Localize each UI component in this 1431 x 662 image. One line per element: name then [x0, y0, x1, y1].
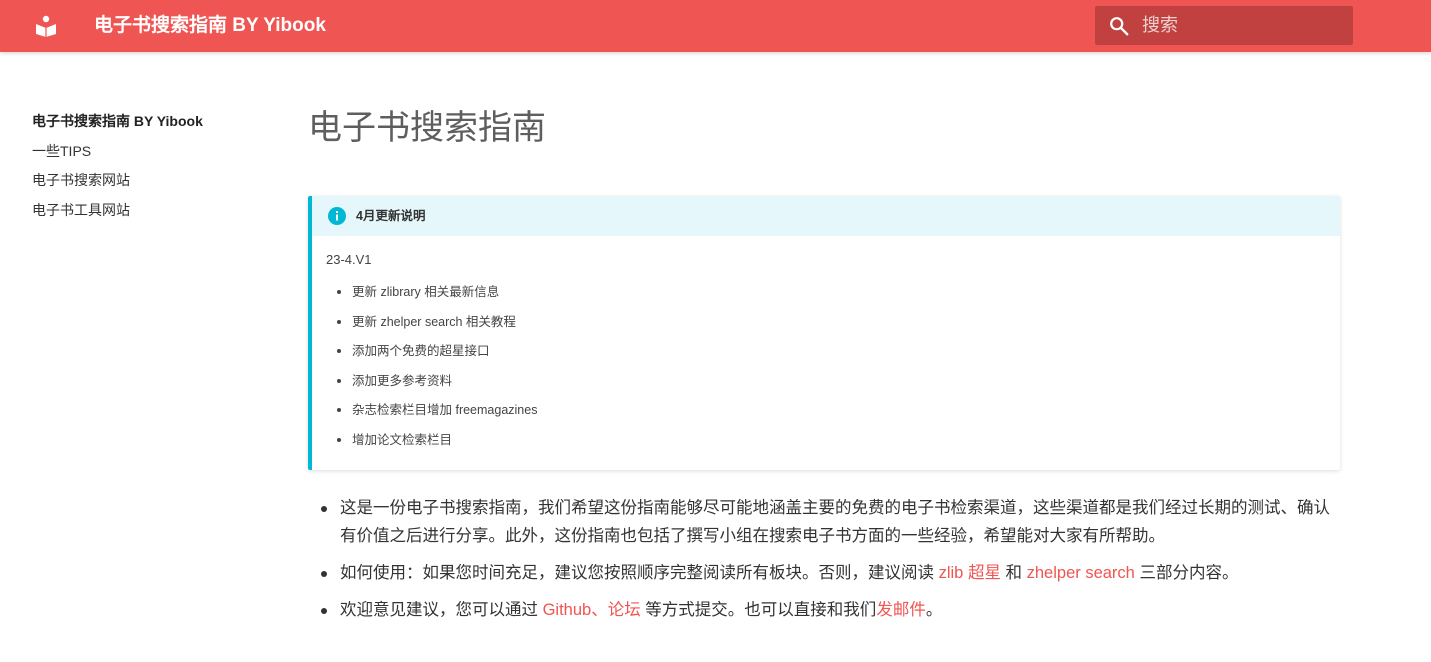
intro-item-feedback: 欢迎意见建议，您可以通过 Github、论坛 等方式提交。也可以直接和我们发邮件… [308, 596, 1340, 624]
email-link[interactable]: 发邮件 [876, 601, 926, 619]
notice-version: 23-4.V1 [326, 252, 372, 267]
intro-text: 和 [1000, 564, 1027, 582]
intro-text: 三部分内容。 [1134, 564, 1239, 582]
search-box[interactable] [1095, 6, 1353, 45]
top-header: 电子书搜索指南 BY Yibook [0, 0, 1431, 52]
list-item: 添加更多参考资料 [326, 371, 537, 401]
sidebar-item-home[interactable]: 电子书搜索指南 BY Yibook [32, 110, 272, 140]
chaoxing-link[interactable]: 超星 [968, 564, 1001, 582]
page-title: 电子书搜索指南 [308, 109, 546, 147]
intro-text: 如何使用：如果您时间充足，建议您按照顺序完整阅读所有板块。否则，建议阅读 [340, 564, 939, 582]
list-item: 更新 zhelper search 相关教程 [326, 312, 537, 342]
list-item: 更新 zlibrary 相关最新信息 [326, 282, 537, 312]
sidebar-nav: 电子书搜索指南 BY Yibook 一些TIPS 电子书搜索网站 电子书工具网站 [32, 110, 272, 228]
zhelper-search-link[interactable]: zhelper search [1027, 564, 1135, 582]
intro-item-purpose: 这是一份电子书搜索指南，我们希望这份指南能够尽可能地涵盖主要的免费的电子书检索渠… [308, 494, 1340, 550]
intro-text: 等方式提交。也可以直接和我们 [640, 601, 877, 619]
separator-text: 、 [591, 601, 608, 619]
intro-list: 这是一份电子书搜索指南，我们希望这份指南能够尽可能地涵盖主要的免费的电子书检索渠… [308, 494, 1340, 633]
info-icon [328, 207, 346, 225]
notice-header: 4月更新说明 [312, 196, 1340, 236]
search-icon [1108, 15, 1130, 37]
list-item: 杂志检索栏目增加 freemagazines [326, 400, 537, 430]
list-item: 增加论文检索栏目 [326, 430, 537, 460]
intro-text: 欢迎意见建议，您可以通过 [340, 601, 543, 619]
site-title[interactable]: 电子书搜索指南 BY Yibook [94, 14, 326, 38]
github-link[interactable]: Github [543, 601, 592, 619]
list-item: 添加两个免费的超星接口 [326, 341, 537, 371]
zlib-link[interactable]: zlib [939, 564, 964, 582]
notice-title: 4月更新说明 [356, 209, 426, 223]
forum-link[interactable]: 论坛 [608, 601, 641, 619]
sidebar-item-search-sites[interactable]: 电子书搜索网站 [32, 169, 272, 199]
book-reader-icon[interactable] [34, 14, 58, 38]
main-content: 电子书搜索指南 4月更新说明 23-4.V1 更新 zlibrary 相关最新信… [308, 104, 1340, 619]
intro-item-usage: 如何使用：如果您时间充足，建议您按照顺序完整阅读所有板块。否则，建议阅读 zli… [308, 559, 1340, 587]
sidebar-item-tool-sites[interactable]: 电子书工具网站 [32, 199, 272, 229]
search-input[interactable] [1142, 6, 1342, 45]
notice-list: 更新 zlibrary 相关最新信息 更新 zhelper search 相关教… [326, 282, 537, 460]
sidebar-item-tips[interactable]: 一些TIPS [32, 140, 272, 170]
intro-text: 这是一份电子书搜索指南，我们希望这份指南能够尽可能地涵盖主要的免费的电子书检索渠… [340, 499, 1330, 545]
intro-text: 。 [925, 601, 943, 619]
update-notice: 4月更新说明 23-4.V1 更新 zlibrary 相关最新信息 更新 zhe… [308, 196, 1340, 470]
